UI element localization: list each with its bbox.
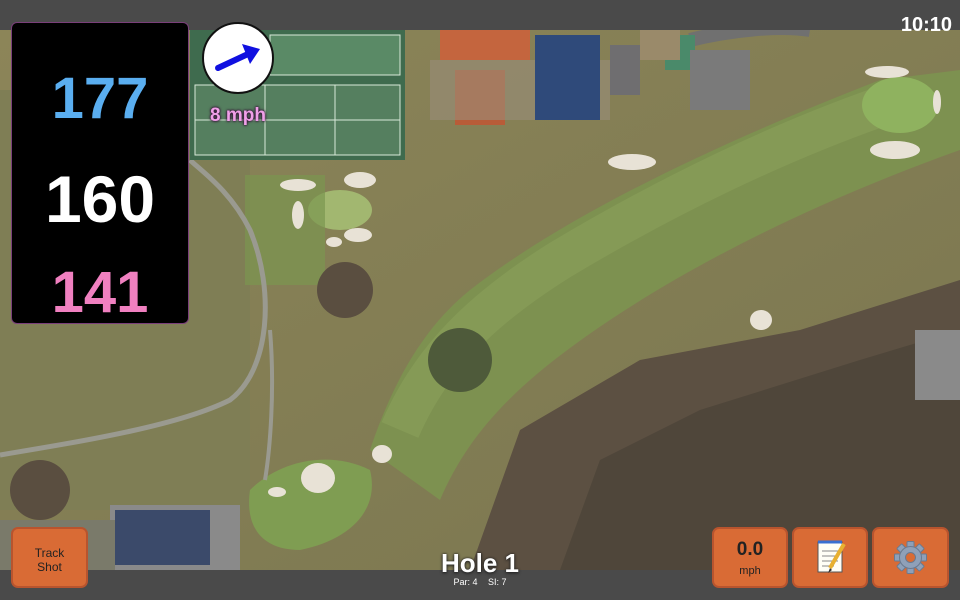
scorecard-notes-button[interactable] (792, 527, 868, 588)
front-distance: 141 (51, 260, 149, 325)
track-shot-button[interactable]: Track Shot (11, 527, 88, 588)
speed-unit: mph (739, 565, 761, 577)
track-shot-label-line1: Track (34, 546, 65, 560)
notepad-icon (817, 540, 846, 573)
clock-time: 10:10 (900, 14, 952, 36)
wind-indicator (202, 22, 274, 94)
settings-button[interactable] (872, 527, 949, 588)
hole-title: Hole 1 (440, 548, 520, 578)
hole-par: Par: 4 (453, 577, 478, 587)
speed-value: 0.0 (736, 539, 764, 560)
distance-panel: 177 160 141 (11, 22, 189, 325)
wind-arrow-icon (215, 44, 260, 71)
back-distance: 177 (51, 66, 149, 131)
wind-speed-label: 8 mph (210, 105, 266, 126)
speed-button[interactable]: 0.0 mph (712, 527, 788, 588)
track-shot-label-line2: Shot (37, 560, 62, 574)
middle-distance: 160 (44, 162, 156, 236)
hole-details: Par: 4 SI: 7 (380, 577, 580, 587)
gear-icon (894, 541, 927, 574)
hole-stroke-index: SI: 7 (488, 577, 507, 587)
